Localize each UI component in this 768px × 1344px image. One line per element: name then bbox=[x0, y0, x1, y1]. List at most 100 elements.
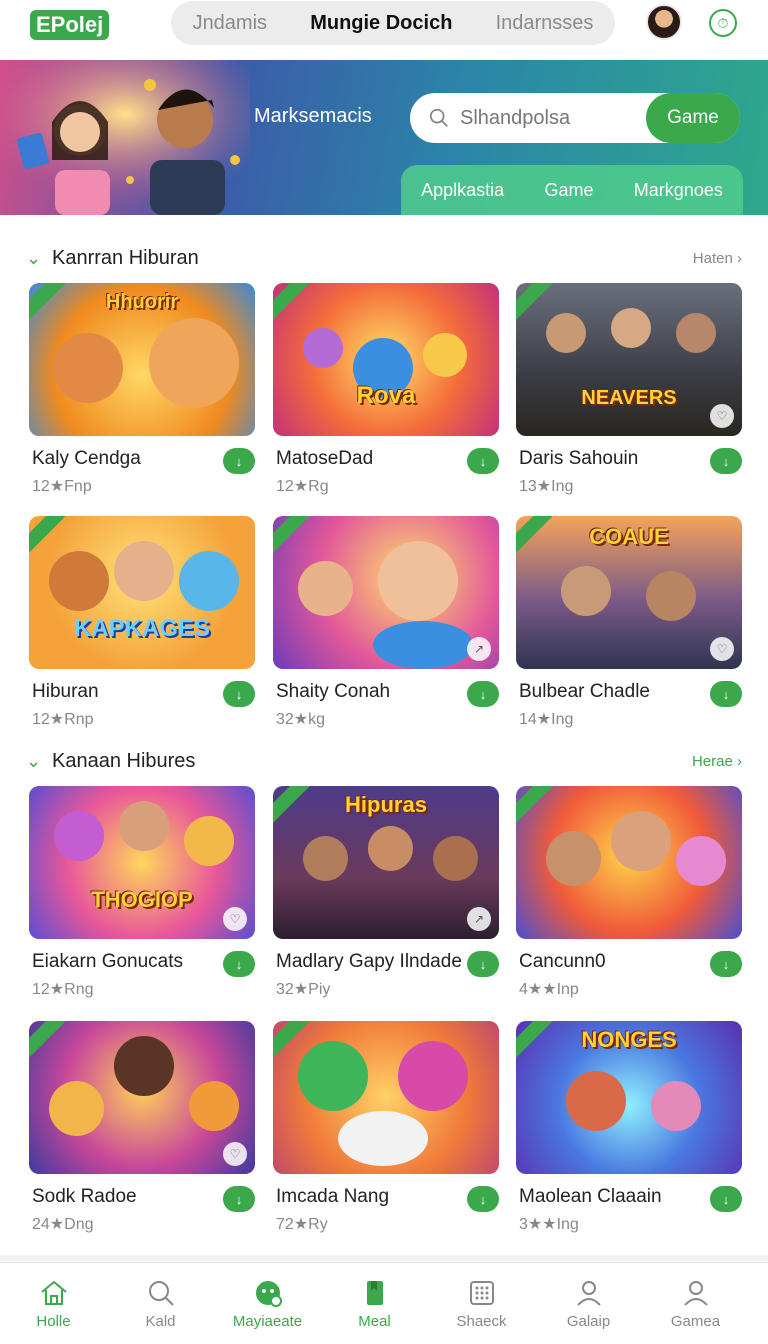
nav-item-gamea[interactable]: Gamea bbox=[642, 1263, 749, 1344]
favorite-icon[interactable]: ♡ bbox=[223, 907, 247, 931]
download-button[interactable]: ↓ bbox=[710, 951, 742, 977]
game-card[interactable]: Hhuorir Kaly Cendga 12★Fnp ↓ bbox=[29, 283, 255, 506]
game-card[interactable]: NEAVERS ♡ Daris Sahouin 13★Ing ↓ bbox=[516, 283, 742, 506]
favorite-icon[interactable]: ♡ bbox=[223, 1142, 247, 1166]
nav-label: Gamea bbox=[670, 1313, 721, 1330]
chevron-down-icon[interactable]: ⌄ bbox=[26, 751, 52, 772]
game-card[interactable]: Cancunn0 4★★Inp ↓ bbox=[516, 786, 742, 1009]
games-icon bbox=[255, 1281, 282, 1307]
download-button[interactable]: ↓ bbox=[223, 448, 255, 474]
search-icon bbox=[148, 1281, 174, 1306]
bookmark-icon bbox=[366, 1281, 383, 1305]
bottom-nav: Holle Kald Mayiaeate Meal Shaeck Galaip … bbox=[0, 1262, 768, 1344]
download-button[interactable]: ↓ bbox=[467, 681, 499, 707]
game-name: Shaity Conah bbox=[276, 681, 391, 702]
game-meta: Imcada Nang 72★Ry ↓ bbox=[273, 1174, 499, 1244]
game-name: Hiburan bbox=[32, 681, 99, 702]
see-more-link[interactable]: Herae › bbox=[692, 753, 742, 770]
game-meta: Daris Sahouin 13★Ing ↓ bbox=[516, 436, 742, 506]
ribbon-badge bbox=[273, 283, 312, 325]
game-card[interactable]: KAPKAGES Hiburan 12★Rnp ↓ bbox=[29, 516, 255, 739]
game-info: 4★★Inp bbox=[519, 981, 579, 998]
game-thumbnail bbox=[516, 786, 742, 939]
nav-label: Meal bbox=[358, 1313, 391, 1330]
download-button[interactable]: ↓ bbox=[223, 681, 255, 707]
tab-mungie-docich[interactable]: Mungie Docich bbox=[310, 12, 452, 35]
hero-tab-markgnoes[interactable]: Markgnoes bbox=[634, 180, 723, 201]
chevron-down-icon[interactable]: ⌄ bbox=[26, 248, 52, 269]
game-meta: Maolean Claaain 3★★Ing ↓ bbox=[516, 1174, 742, 1244]
game-card[interactable]: ♡ Sodk Radoe 24★Dng ↓ bbox=[29, 1021, 255, 1244]
thumbnail-art-text: Rova bbox=[356, 382, 416, 409]
nav-label: Galaip bbox=[566, 1313, 611, 1330]
game-info: 13★Ing bbox=[519, 478, 574, 495]
nav-item-search[interactable]: Kald bbox=[107, 1263, 214, 1344]
tab-indarnsses[interactable]: Indarnsses bbox=[496, 12, 594, 35]
search-icon bbox=[429, 108, 448, 127]
hero-tab-game[interactable]: Game bbox=[544, 180, 593, 201]
download-button[interactable]: ↓ bbox=[223, 951, 255, 977]
download-button[interactable]: ↓ bbox=[467, 951, 499, 977]
share-icon[interactable]: ↗ bbox=[467, 637, 491, 661]
download-button[interactable]: ↓ bbox=[710, 1186, 742, 1212]
download-button[interactable]: ↓ bbox=[710, 448, 742, 474]
game-meta: Sodk Radoe 24★Dng ↓ bbox=[29, 1174, 255, 1244]
game-thumbnail: Hipuras ↗ bbox=[273, 786, 499, 939]
game-card[interactable]: Rova MatoseDad 12★Rg ↓ bbox=[273, 283, 499, 506]
ribbon-badge bbox=[516, 283, 555, 325]
game-meta: Shaity Conah 32★kg ↓ bbox=[273, 669, 499, 739]
game-card[interactable]: Imcada Nang 72★Ry ↓ bbox=[273, 1021, 499, 1244]
nav-item-galaip[interactable]: Galaip bbox=[535, 1263, 642, 1344]
download-button[interactable]: ↓ bbox=[467, 448, 499, 474]
download-button[interactable]: ↓ bbox=[223, 1186, 255, 1212]
nav-label: Kald bbox=[145, 1313, 176, 1330]
game-info: 24★Dng bbox=[32, 1216, 94, 1233]
game-card[interactable]: NONGES Maolean Claaain 3★★Ing ↓ bbox=[516, 1021, 742, 1244]
favorite-icon[interactable]: ♡ bbox=[710, 404, 734, 428]
divider bbox=[0, 1255, 768, 1261]
hero-tab-applkastia[interactable]: Applkastia bbox=[421, 180, 504, 201]
avatar[interactable] bbox=[646, 4, 682, 40]
search-input[interactable] bbox=[460, 106, 630, 130]
download-button[interactable]: ↓ bbox=[467, 1186, 499, 1212]
nav-label: Shaeck bbox=[456, 1313, 507, 1330]
thumbnail-art-text: COAUE bbox=[589, 524, 669, 549]
search-game-button[interactable]: Game bbox=[646, 93, 740, 143]
game-meta: Madlary Gapy Ilndade 32★Piy ↓ bbox=[273, 939, 499, 1009]
game-meta: Cancunn0 4★★Inp ↓ bbox=[516, 939, 742, 1009]
game-name: Madlary Gapy Ilndade bbox=[276, 951, 462, 972]
game-name: Cancunn0 bbox=[519, 951, 606, 972]
share-icon[interactable]: ↗ bbox=[467, 907, 491, 931]
game-thumbnail: NEAVERS ♡ bbox=[516, 283, 742, 436]
favorite-icon[interactable]: ♡ bbox=[710, 637, 734, 661]
see-more-link[interactable]: Haten › bbox=[693, 250, 742, 267]
game-info: 32★Piy bbox=[276, 981, 331, 998]
game-thumbnail: ♡ bbox=[29, 1021, 255, 1174]
nav-item-meal[interactable]: Meal bbox=[321, 1263, 428, 1344]
game-meta: MatoseDad 12★Rg ↓ bbox=[273, 436, 499, 506]
notification-icon[interactable]: ⏱ bbox=[709, 9, 737, 37]
app-logo[interactable]: EPolej bbox=[30, 10, 110, 40]
game-thumbnail: Hhuorir bbox=[29, 283, 255, 436]
ribbon-badge bbox=[516, 786, 555, 828]
section-header: ⌄ Kanaan Hibures Herae › bbox=[26, 746, 742, 776]
game-card[interactable]: COAUE ♡ Bulbear Chadle 14★Ing ↓ bbox=[516, 516, 742, 739]
game-info: 12★Rg bbox=[276, 478, 329, 495]
game-card[interactable]: ↗ Shaity Conah 32★kg ↓ bbox=[273, 516, 499, 739]
game-thumbnail: Rova bbox=[273, 283, 499, 436]
tab-jndamis[interactable]: Jndamis bbox=[193, 12, 267, 35]
download-button[interactable]: ↓ bbox=[710, 681, 742, 707]
profile-icon bbox=[576, 1281, 601, 1306]
game-card[interactable]: THOGIOP ♡ Eiakarn Gonucats 12★Rng ↓ bbox=[29, 786, 255, 1009]
game-info: 12★Rng bbox=[32, 981, 94, 998]
game-thumbnail: THOGIOP ♡ bbox=[29, 786, 255, 939]
thumbnail-art-text: KAPKAGES bbox=[73, 615, 211, 642]
game-card[interactable]: Hipuras ↗ Madlary Gapy Ilndade 32★Piy ↓ bbox=[273, 786, 499, 1009]
nav-item-shaeck[interactable]: Shaeck bbox=[428, 1263, 535, 1344]
home-icon bbox=[40, 1280, 67, 1305]
nav-item-games[interactable]: Mayiaeate bbox=[214, 1263, 321, 1344]
logo-text: EPolej bbox=[36, 12, 104, 37]
ribbon-badge bbox=[29, 1021, 68, 1063]
game-name: Eiakarn Gonucats bbox=[32, 951, 184, 972]
nav-item-home[interactable]: Holle bbox=[0, 1263, 107, 1344]
